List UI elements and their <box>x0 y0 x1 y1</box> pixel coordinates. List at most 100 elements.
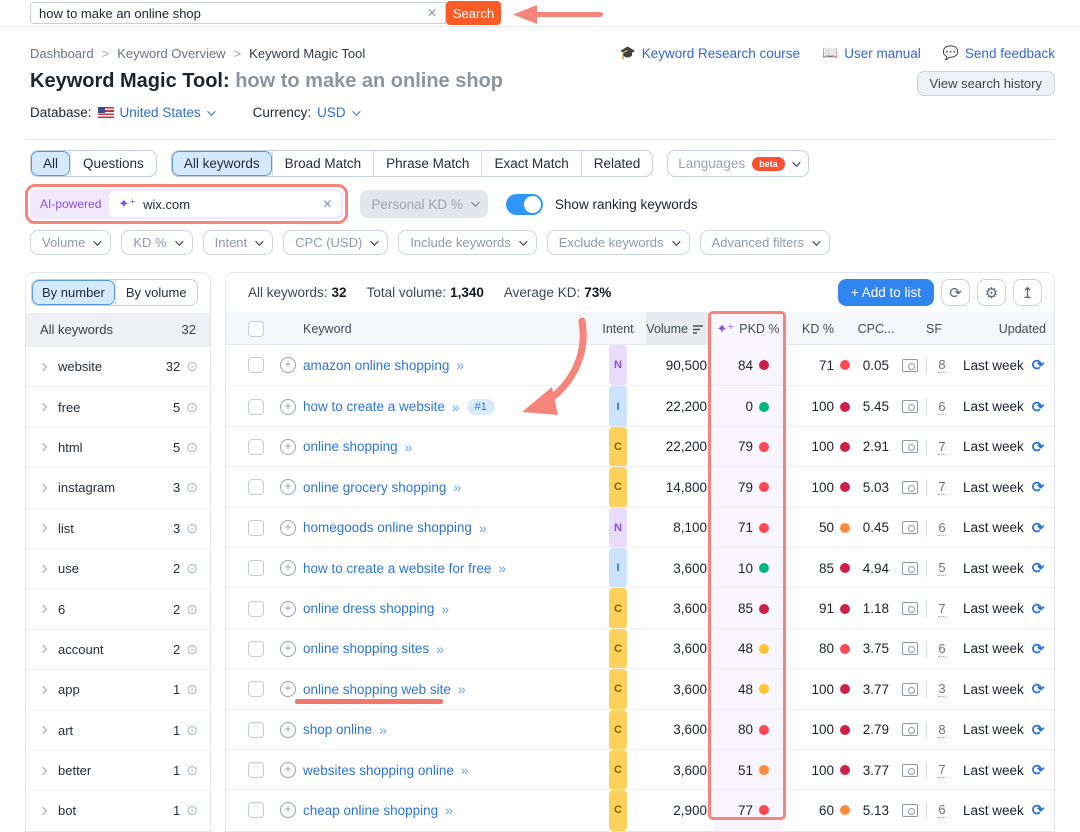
expand-keyword-icon[interactable]: » <box>405 439 413 455</box>
refresh-row-icon[interactable]: ⟳ <box>1032 519 1045 537</box>
eye-icon[interactable]: ⊙ <box>186 802 198 819</box>
expand-keyword-icon[interactable]: » <box>445 802 453 818</box>
keyword-link[interactable]: homegoods online shopping <box>303 520 472 535</box>
sf-count[interactable]: 5 <box>938 560 945 576</box>
serp-preview-icon[interactable] <box>902 602 918 615</box>
expand-keyword-icon[interactable]: » <box>452 399 460 415</box>
eye-icon[interactable]: ⊙ <box>186 641 198 658</box>
sf-count[interactable]: 7 <box>938 601 945 617</box>
keyword-link[interactable]: cheap online shopping <box>303 803 438 818</box>
group-list-item[interactable]: list 3 ⊙ <box>26 508 210 548</box>
add-keyword-icon[interactable]: + <box>280 520 296 536</box>
keyword-link[interactable]: online shopping <box>303 439 398 454</box>
serp-preview-icon[interactable] <box>902 440 918 453</box>
refresh-row-icon[interactable]: ⟳ <box>1032 761 1045 779</box>
column-sf[interactable]: SF <box>916 312 952 345</box>
tab-all[interactable]: All <box>31 151 70 176</box>
user-manual-link[interactable]: 📖User manual <box>822 45 921 61</box>
group-list-item[interactable]: app 1 ⊙ <box>26 669 210 709</box>
chevron-right-icon[interactable] <box>39 564 47 572</box>
sf-count[interactable]: 7 <box>938 762 945 778</box>
refresh-row-icon[interactable]: ⟳ <box>1032 640 1045 658</box>
refresh-row-icon[interactable]: ⟳ <box>1032 801 1045 819</box>
keyword-research-course-link[interactable]: 🎓Keyword Research course <box>620 45 801 61</box>
tab-phrase-match[interactable]: Phrase Match <box>373 151 481 176</box>
add-keyword-icon[interactable]: + <box>280 641 296 657</box>
expand-keyword-icon[interactable]: » <box>379 722 387 738</box>
add-keyword-icon[interactable]: + <box>280 722 296 738</box>
serp-preview-icon[interactable] <box>902 400 918 413</box>
chevron-right-icon[interactable] <box>39 605 47 613</box>
group-list-item[interactable]: 6 2 ⊙ <box>26 588 210 628</box>
search-button[interactable]: Search <box>446 1 501 25</box>
row-checkbox[interactable] <box>248 439 264 455</box>
group-list-item[interactable]: art 1 ⊙ <box>26 710 210 750</box>
by-volume-button[interactable]: By volume <box>115 280 197 305</box>
group-list-item[interactable]: instagram 3 ⊙ <box>26 467 210 507</box>
expand-keyword-icon[interactable]: » <box>498 560 506 576</box>
refresh-row-icon[interactable]: ⟳ <box>1032 356 1045 374</box>
expand-keyword-icon[interactable]: » <box>436 641 444 657</box>
column-cpc[interactable]: CPC... <box>846 312 906 345</box>
breadcrumb-keyword-overview[interactable]: Keyword Overview <box>117 46 225 61</box>
filter-kd[interactable]: KD % <box>121 230 192 255</box>
keyword-link[interactable]: websites shopping online <box>303 763 454 778</box>
add-keyword-icon[interactable]: + <box>280 802 296 818</box>
column-kd[interactable]: KD % <box>786 312 850 345</box>
sf-count[interactable]: 3 <box>938 681 945 697</box>
sf-count[interactable]: 7 <box>938 479 945 495</box>
chevron-right-icon[interactable] <box>39 686 47 694</box>
row-checkbox[interactable] <box>248 762 264 778</box>
add-keyword-icon[interactable]: + <box>280 681 296 697</box>
chevron-right-icon[interactable] <box>39 645 47 653</box>
expand-keyword-icon[interactable]: » <box>461 762 469 778</box>
tab-related[interactable]: Related <box>581 151 653 176</box>
eye-icon[interactable]: ⊙ <box>186 601 198 618</box>
add-keyword-icon[interactable]: + <box>280 479 296 495</box>
filter-intent[interactable]: Intent <box>203 230 274 255</box>
serp-preview-icon[interactable] <box>902 642 918 655</box>
view-search-history-button[interactable]: View search history <box>917 71 1055 96</box>
eye-icon[interactable]: ⊙ <box>186 722 198 739</box>
breadcrumb-dashboard[interactable]: Dashboard <box>30 46 94 61</box>
sf-count[interactable]: 7 <box>938 439 945 455</box>
eye-icon[interactable]: ⊙ <box>186 439 198 456</box>
expand-keyword-icon[interactable]: » <box>458 681 466 697</box>
tab-broad-match[interactable]: Broad Match <box>272 151 374 176</box>
eye-icon[interactable]: ⊙ <box>186 762 198 779</box>
select-all-checkbox[interactable] <box>248 321 264 337</box>
add-keyword-icon[interactable]: + <box>280 601 296 617</box>
show-ranking-keywords-toggle[interactable] <box>506 194 543 215</box>
eye-icon[interactable]: ⊙ <box>186 358 198 375</box>
row-checkbox[interactable] <box>248 641 264 657</box>
row-checkbox[interactable] <box>248 681 264 697</box>
clear-search-icon[interactable]: ✕ <box>427 6 437 20</box>
domain-input[interactable]: ✦⁺ wix.com ✕ <box>109 191 341 217</box>
keyword-link[interactable]: how to create a website <box>303 399 445 414</box>
row-checkbox[interactable] <box>248 520 264 536</box>
refresh-row-icon[interactable]: ⟳ <box>1032 398 1045 416</box>
add-keyword-icon[interactable]: + <box>280 560 296 576</box>
row-checkbox[interactable] <box>248 399 264 415</box>
keyword-link[interactable]: amazon online shopping <box>303 358 449 373</box>
chevron-right-icon[interactable] <box>39 403 47 411</box>
chevron-right-icon[interactable] <box>39 807 47 815</box>
serp-preview-icon[interactable] <box>902 562 918 575</box>
serp-preview-icon[interactable] <box>902 723 918 736</box>
refresh-row-icon[interactable]: ⟳ <box>1032 559 1045 577</box>
filter-volume[interactable]: Volume <box>30 230 111 255</box>
personal-kd-dropdown[interactable]: Personal KD % <box>360 190 488 218</box>
chevron-right-icon[interactable] <box>39 362 47 370</box>
eye-icon[interactable]: ⊙ <box>186 479 198 496</box>
row-checkbox[interactable] <box>248 802 264 818</box>
clear-domain-icon[interactable]: ✕ <box>322 197 332 211</box>
group-list-item[interactable]: bot 1 ⊙ <box>26 790 210 830</box>
chevron-right-icon[interactable] <box>39 443 47 451</box>
sf-count[interactable]: 8 <box>938 357 945 373</box>
filter-advanced[interactable]: Advanced filters <box>700 230 831 255</box>
expand-keyword-icon[interactable]: » <box>441 601 449 617</box>
filter-include-keywords[interactable]: Include keywords <box>398 230 536 255</box>
chevron-down-icon[interactable] <box>207 107 215 115</box>
sf-count[interactable]: 6 <box>938 399 945 415</box>
add-keyword-icon[interactable]: + <box>280 762 296 778</box>
